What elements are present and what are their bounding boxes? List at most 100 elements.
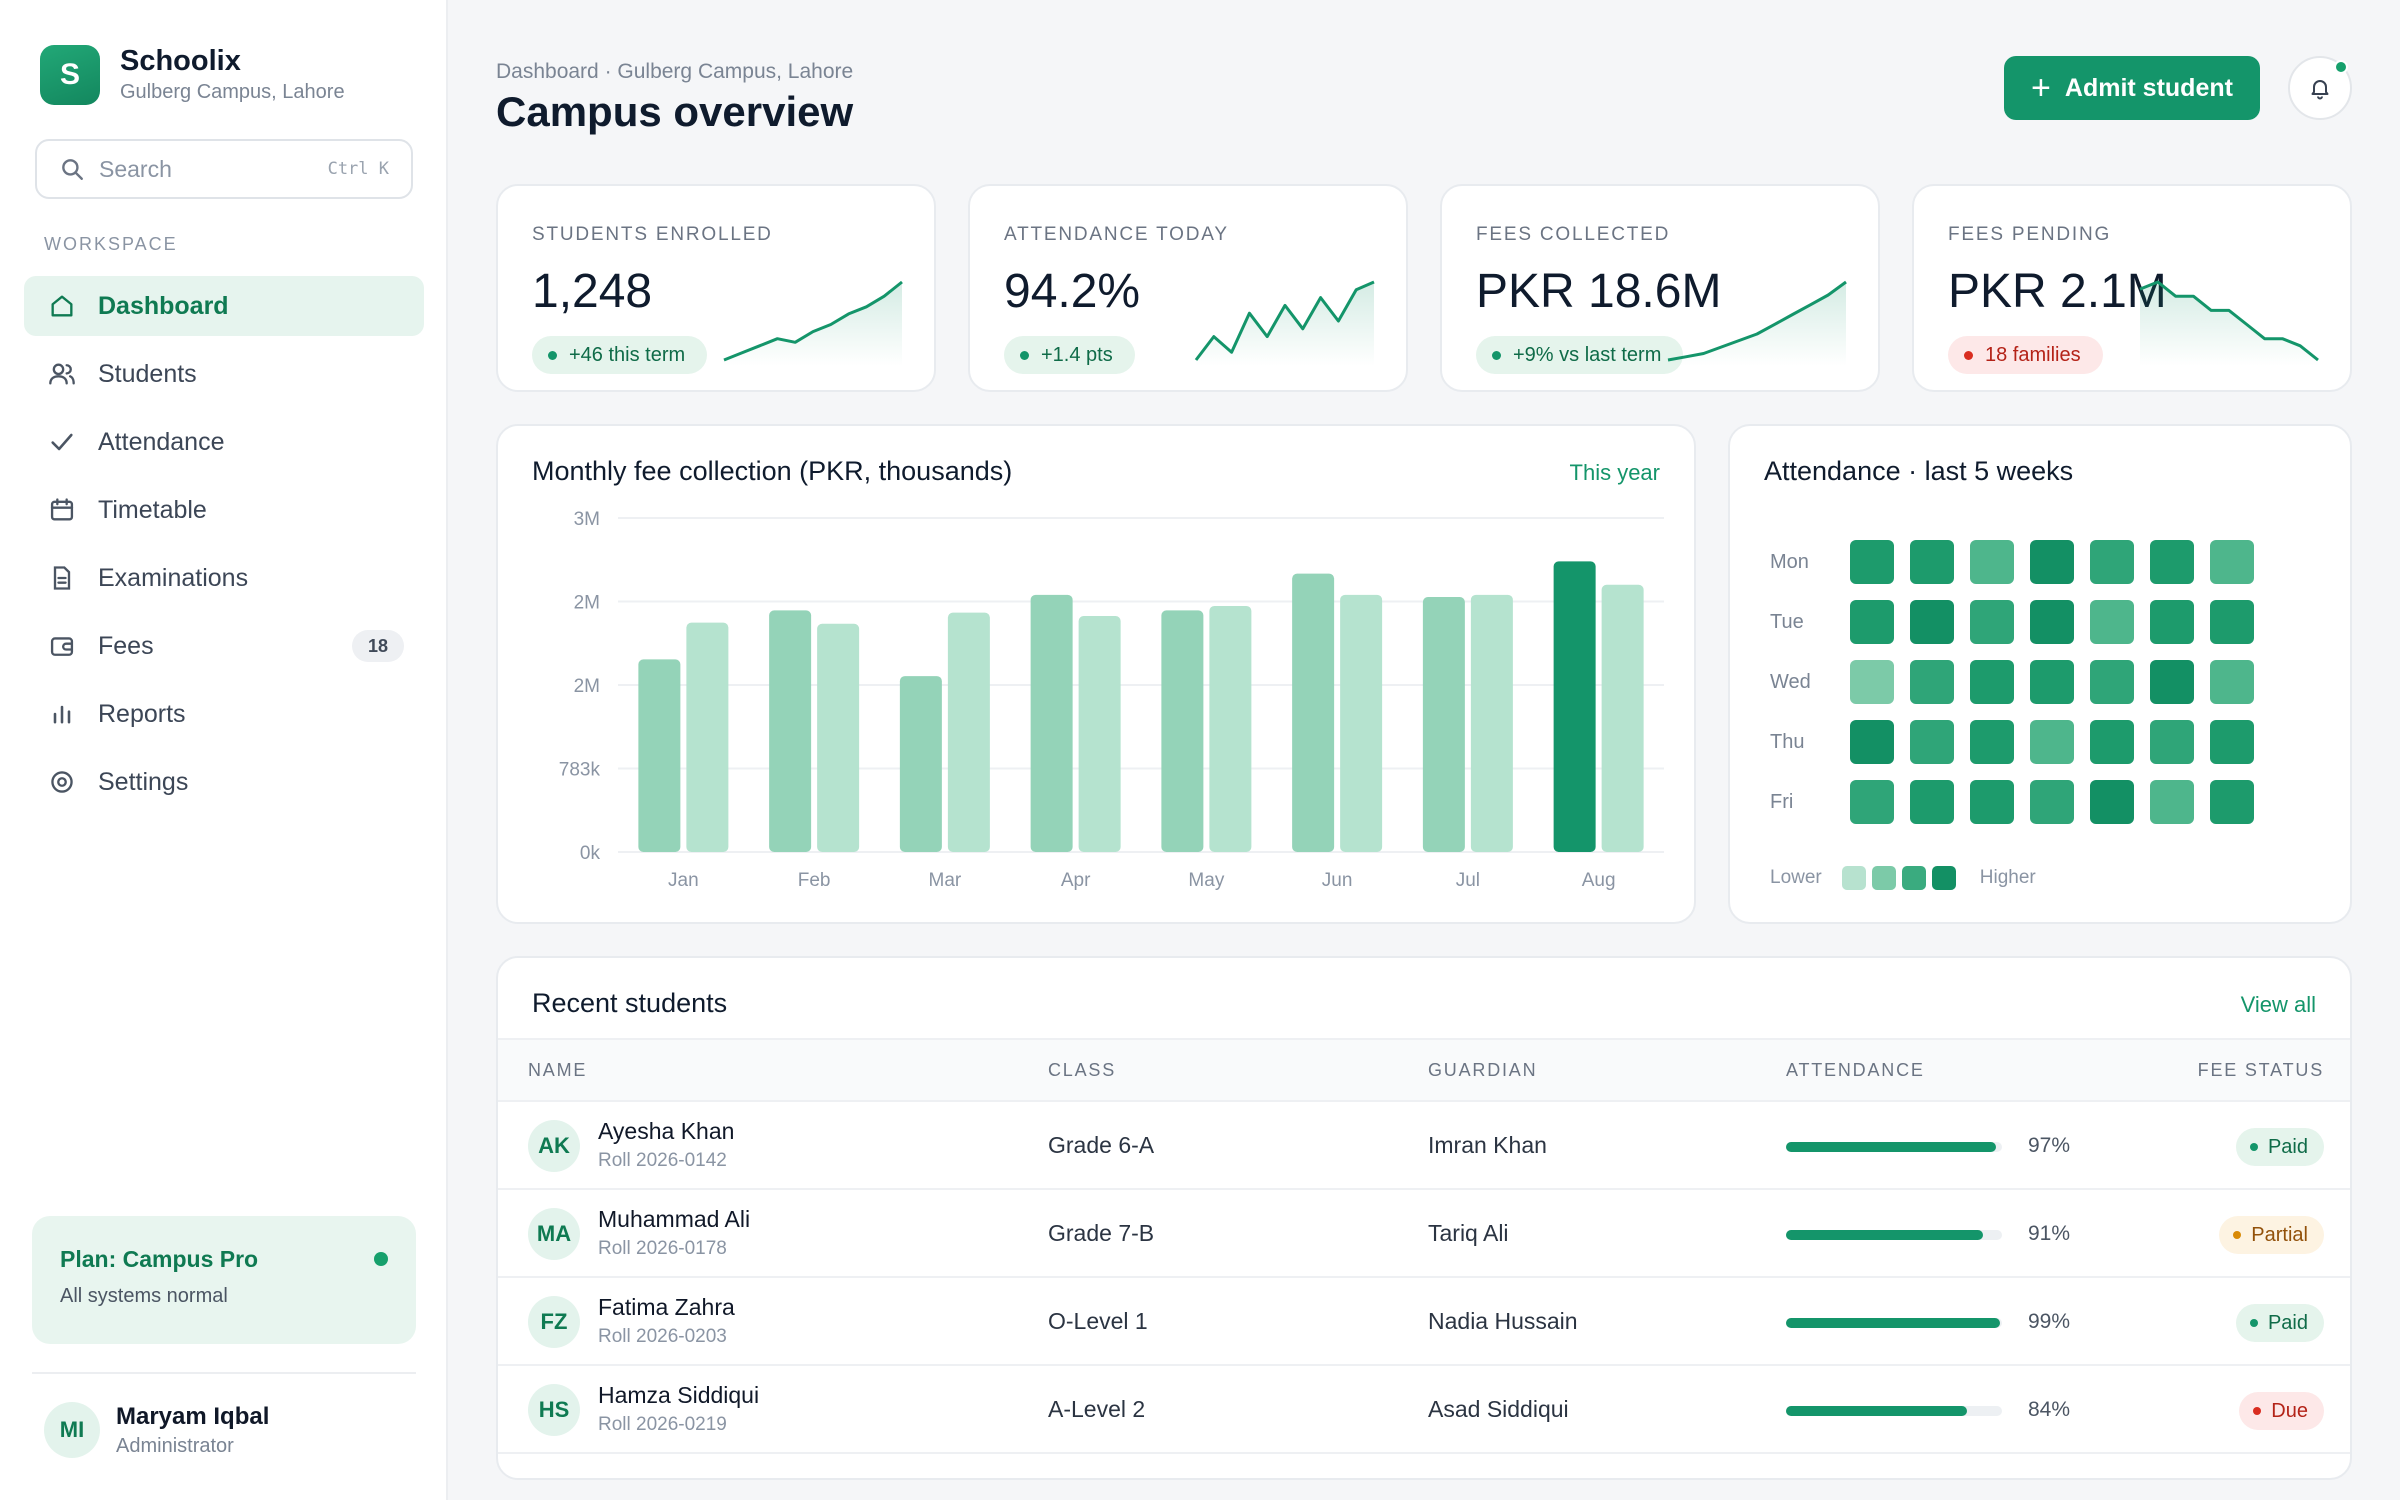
heatmap-row: Wed [1770,660,2270,704]
guardian-name: Imran Khan [1428,1132,1547,1158]
heatmap-legend: Lower Higher [1770,866,2036,890]
heatmap-cell[interactable] [2210,540,2254,584]
heatmap-cell[interactable] [2150,600,2194,644]
x-tick-label: Jan [668,870,699,891]
heatmap-cell[interactable] [2090,600,2134,644]
attendance-progress-fill [1786,1230,1983,1240]
notifications-button[interactable] [2288,56,2352,120]
legend-low-label: Lower [1770,867,1822,888]
heatmap-cell[interactable] [1850,540,1894,584]
heatmap-cell[interactable] [2030,780,2074,824]
table-row[interactable]: FZ Fatima Zahra Roll 2026-0203 O-Level 1 Nad… [498,1278,2350,1366]
column-header-attendance[interactable]: ATTENDANCE [1786,1060,1925,1081]
kpi-card-students-enrolled[interactable]: STUDENTS ENROLLED 1,248 +46 this term [496,184,936,392]
document-icon [53,566,71,590]
y-tick-label: 0k [580,843,601,864]
kpi-card-attendance-today[interactable]: ATTENDANCE TODAY 94.2% +1.4 pts [968,184,1408,392]
view-all-link[interactable]: View all [2241,992,2316,1018]
x-tick-label: May [1188,870,1224,891]
heatmap-cell[interactable] [2090,660,2134,704]
heatmap-cell[interactable] [1970,720,2014,764]
admit-student-button[interactable]: + Admit student [2004,56,2260,120]
heatmap-cell[interactable] [2090,540,2134,584]
x-tick-label: Aug [1582,870,1616,891]
admit-student-label: Admit student [2064,73,2233,102]
heatmap-cell[interactable] [2210,720,2254,764]
sidebar-item-timetable[interactable]: Timetable [24,480,424,540]
roll-number: Roll 2026-0219 [598,1414,727,1435]
table-row[interactable]: MA Muhammad Ali Roll 2026-0178 Grade 7-B Tar… [498,1190,2350,1278]
table-row[interactable]: AK Ayesha Khan Roll 2026-0142 Grade 6-A Imra… [498,1102,2350,1190]
kpi-label: FEES PENDING [1948,224,2112,245]
heatmap-cell[interactable] [2150,660,2194,704]
heatmap-cell[interactable] [2030,540,2074,584]
heatmap-cell[interactable] [1970,600,2014,644]
column-header-guardian[interactable]: GUARDIAN [1428,1060,1537,1081]
attendance-progress [1786,1406,2002,1416]
guardian-name: Asad Siddiqui [1428,1396,1569,1422]
heatmap-cell[interactable] [1970,660,2014,704]
column-header-name[interactable]: NAME [528,1060,587,1081]
heatmap-cell[interactable] [2030,660,2074,704]
heatmap-cell[interactable] [2210,660,2254,704]
user-profile[interactable]: MI Maryam Iqbal Administrator [44,1402,269,1458]
heatmap-cell[interactable] [2090,780,2134,824]
heatmap-cell[interactable] [2150,780,2194,824]
attendance-percent: 84% [2028,1398,2071,1421]
heatmap-cell[interactable] [1850,720,1894,764]
heatmap-cell[interactable] [2150,720,2194,764]
x-tick-label: Jun [1322,870,1353,891]
heatmap-cell[interactable] [1910,660,1954,704]
attendance-progress-fill [1786,1406,1968,1416]
sidebar-item-attendance[interactable]: Attendance [24,412,424,472]
column-header-fee-status[interactable]: FEE STATUS [2198,1060,2324,1081]
student-name[interactable]: Ayesha Khan [598,1118,734,1145]
y-tick-label: 783k [559,760,601,781]
heatmap-cell[interactable] [2030,720,2074,764]
heatmap-cell[interactable] [2090,720,2134,764]
user-role: Administrator [116,1434,234,1457]
legend-swatch [1931,866,1956,890]
plan-card[interactable]: Plan: Campus Pro All systems normal [32,1216,416,1344]
attendance-percent: 99% [2028,1310,2071,1333]
student-class: Grade 7-B [1048,1220,1155,1246]
heatmap-cell[interactable] [1970,540,2014,584]
brand[interactable]: S Schoolix Gulberg Campus, Lahore [40,44,345,106]
heatmap-cell[interactable] [1850,780,1894,824]
kpi-card-fees-collected[interactable]: FEES COLLECTED PKR 18.6M +9% vs last ter… [1440,184,1880,392]
student-name[interactable]: Fatima Zahra [598,1294,735,1321]
heatmap-cell[interactable] [2210,600,2254,644]
heatmap-cell[interactable] [1850,660,1894,704]
heatmap-cell[interactable] [1910,600,1954,644]
bar-feb-1 [769,610,812,852]
sidebar-item-label: Students [98,359,197,388]
heatmap-cell[interactable] [1910,540,1954,584]
attendance-progress [1786,1230,2002,1240]
sidebar-item-reports[interactable]: Reports [24,684,424,744]
heatmap-cell[interactable] [1910,720,1954,764]
column-header-class[interactable]: CLASS [1048,1060,1116,1081]
period-filter-link[interactable]: This year [1570,460,1660,486]
heatmap-cell[interactable] [1910,780,1954,824]
sparkline [723,280,903,366]
student-name[interactable]: Hamza Siddiqui [598,1382,759,1409]
student-name[interactable]: Muhammad Ali [598,1206,750,1233]
kpi-card-fees-pending[interactable]: FEES PENDING PKR 2.1M 18 families [1912,184,2352,392]
heatmap-cell[interactable] [1850,600,1894,644]
sidebar-item-students[interactable]: Students [24,344,424,404]
fee-status-badge: Paid [2235,1304,2324,1342]
heatmap-cell[interactable] [2150,540,2194,584]
heatmap-cell[interactable] [2030,600,2074,644]
sidebar-item-examinations[interactable]: Examinations [24,548,424,608]
sidebar-item-settings[interactable]: Settings [24,752,424,812]
bar-jan-1 [638,659,681,852]
calendar-icon [50,498,74,521]
heatmap-cell[interactable] [2210,780,2254,824]
plan-status: All systems normal [60,1285,228,1307]
y-tick-label: 3M [574,509,600,530]
table-row[interactable]: HS Hamza Siddiqui Roll 2026-0219 A-Level 2 A… [498,1366,2350,1454]
heatmap-cell[interactable] [1970,780,2014,824]
sidebar-item-fees[interactable]: Fees 18 [24,616,424,676]
sidebar-item-dashboard[interactable]: Dashboard [24,276,424,336]
search-input[interactable]: Search Ctrl K [35,139,413,199]
